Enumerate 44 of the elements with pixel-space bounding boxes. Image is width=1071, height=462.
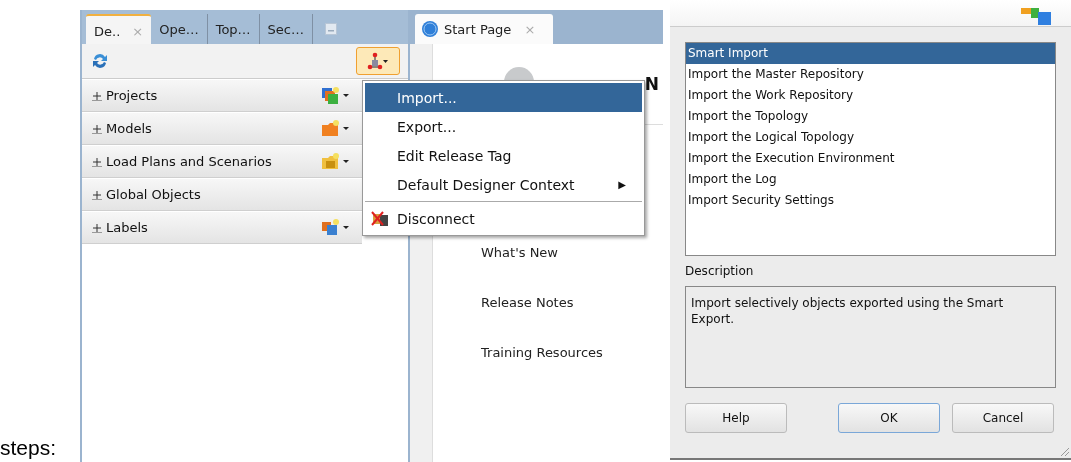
expand-icon[interactable] — [92, 222, 104, 233]
connection-menu-button[interactable] — [356, 47, 400, 75]
list-item[interactable]: Import the Log — [686, 169, 1055, 190]
expand-icon[interactable] — [92, 123, 104, 134]
refresh-icon[interactable] — [90, 51, 110, 71]
expand-icon[interactable] — [92, 90, 104, 101]
dialog-button[interactable]: Help — [685, 403, 787, 433]
add-dropdown-icon[interactable] — [320, 85, 350, 106]
disconnect-icon — [371, 209, 391, 228]
accordion-header[interactable]: Projects — [82, 80, 362, 112]
menu-item[interactable]: Import... — [365, 83, 642, 112]
accordion-header[interactable]: Load Plans and Scenarios — [82, 146, 362, 178]
list-item[interactable]: Import Security Settings — [686, 190, 1055, 211]
accordion-header[interactable]: Global Objects — [82, 179, 362, 211]
dialog-button[interactable]: Cancel — [952, 403, 1054, 433]
add-dropdown-icon[interactable] — [320, 118, 350, 139]
menu-item[interactable]: Disconnect — [365, 204, 642, 233]
menu-item[interactable]: Default Designer Context ▶ — [365, 170, 642, 199]
start-page-heading: N — [644, 74, 659, 94]
add-dropdown-icon[interactable] — [320, 217, 350, 238]
dialog-button[interactable]: OK — [838, 403, 940, 433]
list-item[interactable]: Import the Topology — [686, 106, 1055, 127]
start-page-link[interactable]: Release Notes — [481, 295, 663, 310]
start-page-link[interactable]: Training Resources — [481, 345, 663, 360]
expand-icon[interactable] — [92, 156, 104, 167]
list-item[interactable]: Import the Execution Environment — [686, 148, 1055, 169]
start-page-link[interactable]: What's New — [481, 245, 663, 260]
expand-icon[interactable] — [92, 189, 104, 200]
steps-caption: steps: — [0, 436, 57, 460]
description-label: Description — [685, 264, 755, 278]
start-page-tab[interactable]: Start Page × — [415, 14, 553, 44]
list-item[interactable]: Import the Work Repository — [686, 85, 1055, 106]
description-box: Import selectively objects exported using the Smart Export. — [685, 286, 1056, 388]
menu-item[interactable]: Edit Release Tag — [365, 141, 642, 170]
list-item[interactable]: Smart Import — [686, 43, 1055, 64]
panel-tab[interactable]: De.. × — [86, 14, 152, 44]
network-icon — [367, 52, 389, 70]
add-dropdown-icon[interactable] — [320, 151, 350, 172]
accordion-header[interactable]: Labels — [82, 212, 362, 244]
list-item[interactable]: Import the Logical Topology — [686, 127, 1055, 148]
list-item[interactable]: Import the Master Repository — [686, 64, 1055, 85]
resize-grip-icon[interactable] — [1059, 446, 1069, 456]
accordion-header[interactable]: Models — [82, 113, 362, 145]
menu-item[interactable]: Export... — [365, 112, 642, 141]
